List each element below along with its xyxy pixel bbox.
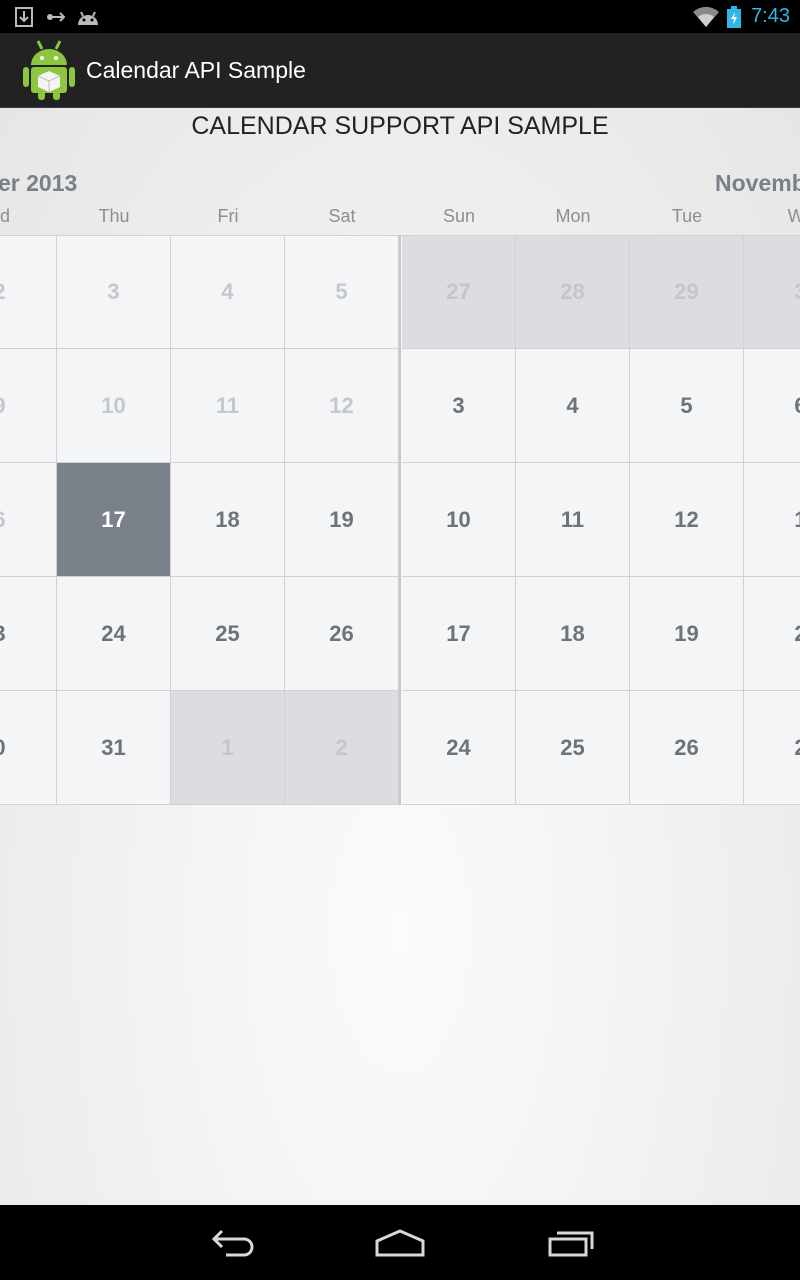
navigation-bar	[0, 1205, 800, 1280]
recent-apps-icon[interactable]	[521, 1205, 621, 1280]
day-cell[interactable]: 1	[744, 463, 800, 577]
day-cell[interactable]: 26	[630, 691, 744, 805]
weekday-label: Mon	[555, 206, 591, 226]
day-cell[interactable]: 19	[630, 577, 744, 691]
month-divider	[399, 235, 401, 805]
day-cell[interactable]: 5	[285, 235, 399, 349]
weekday-label: Tue	[671, 206, 703, 226]
calendar-content: CALENDAR SUPPORT API SAMPLE er 2013 Nove…	[0, 108, 800, 1205]
day-cell[interactable]: 10	[57, 349, 171, 463]
usb-debug-icon	[46, 0, 68, 33]
day-cell[interactable]: 2	[285, 691, 399, 805]
day-cell[interactable]: 28	[516, 235, 630, 349]
status-bar: 7:43	[0, 0, 800, 33]
day-cell[interactable]: 5	[630, 349, 744, 463]
day-cell[interactable]: 26	[285, 577, 399, 691]
android-icon	[75, 0, 101, 33]
day-cell[interactable]: 9	[0, 349, 57, 463]
day-cell[interactable]: 0	[0, 691, 57, 805]
day-cell[interactable]: 1	[171, 691, 285, 805]
day-cell[interactable]: 25	[516, 691, 630, 805]
day-cell[interactable]: 10	[402, 463, 516, 577]
download-icon	[14, 0, 34, 33]
selected-day-cell[interactable]: 17	[57, 463, 171, 577]
day-cell[interactable]: 27	[402, 235, 516, 349]
app-title: Calendar API Sample	[86, 57, 306, 83]
day-cell[interactable]: 31	[57, 691, 171, 805]
month-label-left: er 2013	[0, 170, 78, 196]
day-cell[interactable]: 6	[0, 463, 57, 577]
weekday-label: Thu	[98, 206, 130, 226]
day-cell[interactable]: 11	[516, 463, 630, 577]
day-cell[interactable]: 3	[744, 235, 800, 349]
day-cell[interactable]: 3	[402, 349, 516, 463]
day-cell[interactable]: 19	[285, 463, 399, 577]
day-cell[interactable]: 6	[744, 349, 800, 463]
day-cell[interactable]: 4	[516, 349, 630, 463]
weekday-label: Sun	[442, 206, 476, 226]
day-cell[interactable]: 12	[285, 349, 399, 463]
back-icon[interactable]	[180, 1205, 280, 1280]
day-cell[interactable]: 24	[402, 691, 516, 805]
day-cell[interactable]: 11	[171, 349, 285, 463]
day-cell[interactable]: 17	[402, 577, 516, 691]
android-app-icon[interactable]	[20, 39, 78, 101]
page-title: CALENDAR SUPPORT API SAMPLE	[191, 112, 609, 140]
month-label-right: Novemb	[715, 170, 800, 196]
day-cell[interactable]: 2	[744, 691, 800, 805]
wifi-icon	[692, 0, 720, 33]
day-cell[interactable]: 2	[0, 235, 57, 349]
day-cell[interactable]: 24	[57, 577, 171, 691]
weekday-label: Sat	[328, 206, 356, 226]
day-cell[interactable]: 25	[171, 577, 285, 691]
action-bar: Calendar API Sample	[0, 33, 800, 108]
weekday-label: ed	[0, 206, 11, 226]
day-cell[interactable]: 4	[171, 235, 285, 349]
day-cell[interactable]: 3	[57, 235, 171, 349]
clock-time: 7:43	[751, 5, 790, 27]
day-cell[interactable]: 2	[744, 577, 800, 691]
weekday-label: We	[787, 206, 800, 226]
day-cell[interactable]: 18	[171, 463, 285, 577]
weekday-label: Fri	[217, 206, 239, 226]
battery-charging-icon	[727, 0, 741, 33]
home-icon[interactable]	[350, 1205, 450, 1280]
day-cell[interactable]: 12	[630, 463, 744, 577]
day-cell[interactable]: 3	[0, 577, 57, 691]
day-cell[interactable]: 29	[630, 235, 744, 349]
day-cell[interactable]: 18	[516, 577, 630, 691]
